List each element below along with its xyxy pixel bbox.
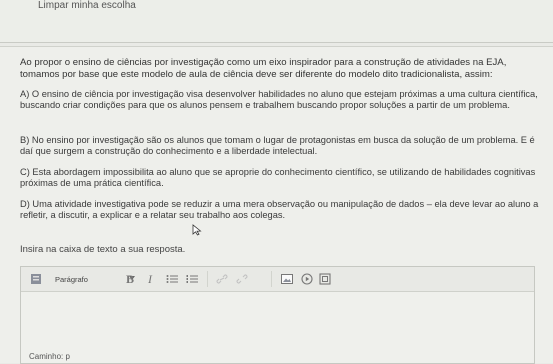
clear-choice-link[interactable]: Limpar minha escolha xyxy=(38,0,136,11)
statement-c: C) Esta abordagem impossibilita ao aluno… xyxy=(20,167,536,188)
mouse-pointer-icon xyxy=(192,224,202,236)
expand-toolbar-icon[interactable] xyxy=(29,272,43,286)
unlink-icon[interactable] xyxy=(235,272,249,286)
toolbar-divider xyxy=(207,271,208,287)
bulleted-list-icon[interactable] xyxy=(165,272,179,286)
statement-d: D) Uma atividade investigativa pode se r… xyxy=(20,199,539,220)
editor-toolbar: Parágrafo B I xyxy=(21,267,534,292)
bold-button[interactable]: B xyxy=(123,272,137,286)
italic-button[interactable]: I xyxy=(143,272,157,286)
toolbar-divider xyxy=(271,271,272,287)
answer-prompt: Insira na caixa de texto a sua resposta. xyxy=(20,244,186,255)
answer-editor[interactable]: Parágrafo B I Caminho: p xyxy=(20,266,535,364)
numbered-list-icon[interactable] xyxy=(185,272,199,286)
paragraph-format-label: Parágrafo xyxy=(55,274,88,284)
previous-question-card: Limpar minha escolha xyxy=(0,0,553,43)
link-icon[interactable] xyxy=(215,272,229,286)
h5p-icon[interactable] xyxy=(318,272,332,286)
editor-status-path: Caminho: p xyxy=(29,352,70,361)
statement-b: B) No ensino por investigação são os alu… xyxy=(20,135,535,156)
image-icon[interactable] xyxy=(280,272,294,286)
question-text: Ao propor o ensino de ciências por inves… xyxy=(20,57,507,80)
statement-a: A) O ensino de ciência por investigação … xyxy=(20,89,538,110)
media-icon[interactable] xyxy=(300,272,314,286)
